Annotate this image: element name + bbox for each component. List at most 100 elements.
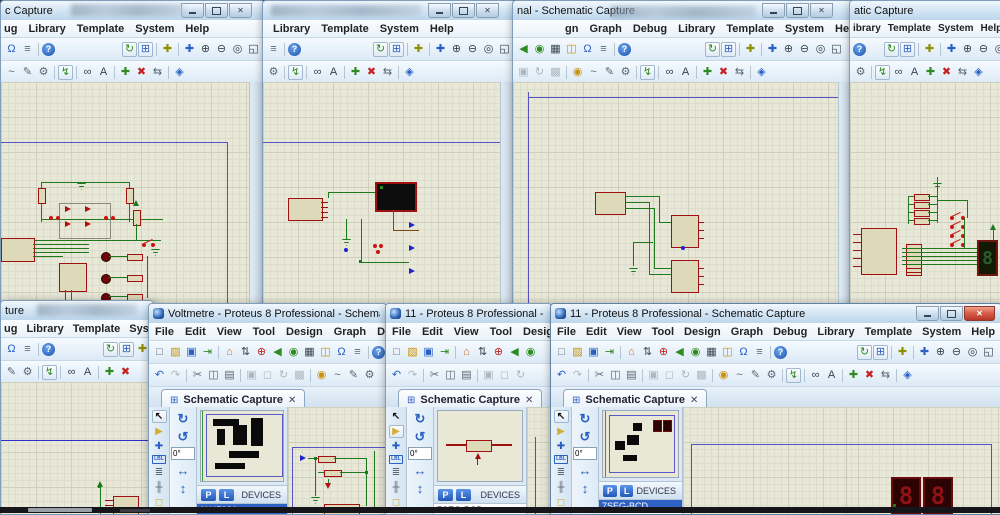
block-copy-icon[interactable]: ▣ [646, 368, 661, 383]
titlebar[interactable]: ture [1, 301, 153, 320]
styles-icon[interactable]: ✎ [346, 368, 361, 383]
origin-icon[interactable]: ✚ [922, 42, 937, 57]
animate-icon[interactable]: ◉ [532, 42, 547, 57]
selection-mode-icon[interactable]: ↖ [554, 410, 569, 423]
pan-icon[interactable]: ✚ [944, 42, 959, 57]
ic-chip[interactable] [1, 238, 35, 262]
refresh-icon[interactable]: ↻ [705, 42, 720, 57]
zoom-full-icon[interactable]: ◎ [813, 42, 828, 57]
block-delete-icon[interactable]: ▩ [694, 368, 709, 383]
rotate-cw-icon[interactable]: ↻ [578, 411, 593, 426]
zoom-in-icon[interactable]: ⊕ [960, 42, 975, 57]
autoroute-icon[interactable]: ↯ [875, 65, 890, 80]
script-mode-icon[interactable]: ≣ [554, 466, 569, 479]
menu-system[interactable]: System [380, 23, 419, 35]
mirror-horizontal-icon[interactable]: ↔ [578, 463, 593, 478]
menu-help[interactable]: Help [981, 23, 1000, 34]
styles-icon[interactable]: ✎ [602, 65, 617, 80]
grid-toggle-icon[interactable]: ⊞ [389, 42, 404, 57]
wire-label-mode-icon[interactable]: LBL [389, 455, 403, 464]
zoom-out-icon[interactable]: ⊖ [465, 42, 480, 57]
library-manager-button[interactable]: L [456, 489, 471, 501]
autoroute-icon[interactable]: ↯ [786, 368, 801, 383]
schematic-canvas[interactable] [288, 407, 386, 514]
animate-icon[interactable]: ◉ [523, 345, 538, 360]
menu-graph[interactable]: Graph [334, 326, 366, 338]
schematic-canvas[interactable] [513, 82, 853, 311]
open-icon[interactable]: ▨ [405, 345, 420, 360]
remove-sheet-icon[interactable]: ✖ [939, 65, 954, 80]
notes-icon[interactable]: ≡ [596, 42, 611, 57]
sheet-nav-icon[interactable]: ⇅ [475, 345, 490, 360]
config-icon[interactable]: ⚙ [618, 65, 633, 80]
menu-template[interactable]: Template [77, 23, 124, 35]
switch-contact[interactable] [49, 216, 53, 220]
close-button[interactable]: ✕ [810, 3, 833, 18]
script-mode-icon[interactable]: ≣ [152, 466, 167, 479]
config-icon[interactable]: ⚙ [764, 368, 779, 383]
probe-icon[interactable]: ~ [732, 368, 747, 383]
animate-icon[interactable]: ◉ [688, 345, 703, 360]
menu-edit[interactable]: Edit [586, 326, 607, 338]
switch-contact[interactable] [104, 216, 108, 220]
menu-library[interactable]: Library [678, 23, 715, 35]
junction-mode-icon[interactable]: ✚ [554, 440, 569, 453]
bus-mode-icon[interactable]: ╫ [152, 481, 167, 494]
menu-design-partial[interactable]: gn [565, 23, 578, 35]
menu-edit[interactable]: Edit [185, 326, 206, 338]
home-icon[interactable]: ⌂ [459, 345, 474, 360]
block-rotate-icon[interactable]: ↻ [513, 368, 528, 383]
new-file-icon[interactable]: □ [152, 345, 167, 360]
zoom-full-icon[interactable]: ◎ [965, 345, 980, 360]
resistor[interactable] [133, 210, 141, 226]
zoom-out-icon[interactable]: ⊖ [949, 345, 964, 360]
zoom-out-icon[interactable]: ⊖ [797, 42, 812, 57]
zoom-selection-icon[interactable]: ◉ [570, 65, 585, 80]
switch-contact[interactable] [111, 216, 115, 220]
ohmmeter-icon[interactable]: Ω [580, 42, 595, 57]
new-file-icon[interactable]: □ [554, 345, 569, 360]
search-icon[interactable]: ∞ [310, 65, 325, 80]
menu-design[interactable]: Design [523, 326, 552, 338]
titlebar[interactable]: Voltmetre - Proteus 8 Professional - Sch… [149, 304, 386, 323]
maximize-button[interactable] [452, 3, 475, 18]
sheet-nav-icon[interactable]: ⇅ [640, 345, 655, 360]
bom-icon[interactable]: ◫ [564, 42, 579, 57]
zoom-in-icon[interactable]: ⊕ [449, 42, 464, 57]
menu-library[interactable]: Library [817, 326, 854, 338]
config-icon[interactable]: ⚙ [36, 65, 51, 80]
rotation-angle-input[interactable] [573, 447, 597, 460]
center-icon[interactable]: ⊕ [491, 345, 506, 360]
terminal-arrow[interactable] [409, 222, 415, 228]
menu-library-partial[interactable]: ibrary [853, 23, 881, 34]
search-icon[interactable]: ∞ [80, 65, 95, 80]
menu-graph[interactable]: Graph [731, 326, 763, 338]
maximize-button[interactable] [786, 3, 809, 18]
wire-label-mode-icon[interactable]: LBL [152, 455, 166, 464]
bom-icon[interactable]: ◫ [318, 345, 333, 360]
ic-chip[interactable] [59, 263, 87, 292]
ic-chip[interactable] [288, 198, 323, 221]
menu-system[interactable]: System [938, 23, 974, 34]
schematic-canvas[interactable] [1, 382, 153, 514]
menu-edit[interactable]: Edit [422, 326, 443, 338]
pan-icon[interactable]: ✚ [182, 42, 197, 57]
menu-graph[interactable]: Graph [589, 23, 621, 35]
add-sheet-icon[interactable]: ✚ [348, 65, 363, 80]
ohmmeter-icon[interactable]: Ω [334, 345, 349, 360]
remove-sheet-icon[interactable]: ✖ [862, 368, 877, 383]
block-copy-icon[interactable]: ▣ [244, 368, 259, 383]
zoom-out-icon[interactable]: ⊖ [214, 42, 229, 57]
diode[interactable] [65, 206, 71, 212]
taskbar[interactable] [0, 507, 1000, 513]
zoom-area-icon[interactable]: ◱ [246, 42, 261, 57]
bus-mode-icon[interactable]: ╫ [389, 481, 404, 494]
zoom-full-icon[interactable]: ◎ [481, 42, 496, 57]
overview-pane[interactable] [602, 410, 679, 478]
switch-contact[interactable] [373, 244, 377, 248]
styles-icon[interactable]: ✎ [20, 65, 35, 80]
component-mode-icon[interactable]: ▶ [554, 425, 569, 438]
diode[interactable] [85, 206, 91, 212]
origin-icon[interactable]: ✚ [743, 42, 758, 57]
property-assign-icon[interactable]: A [80, 365, 95, 380]
